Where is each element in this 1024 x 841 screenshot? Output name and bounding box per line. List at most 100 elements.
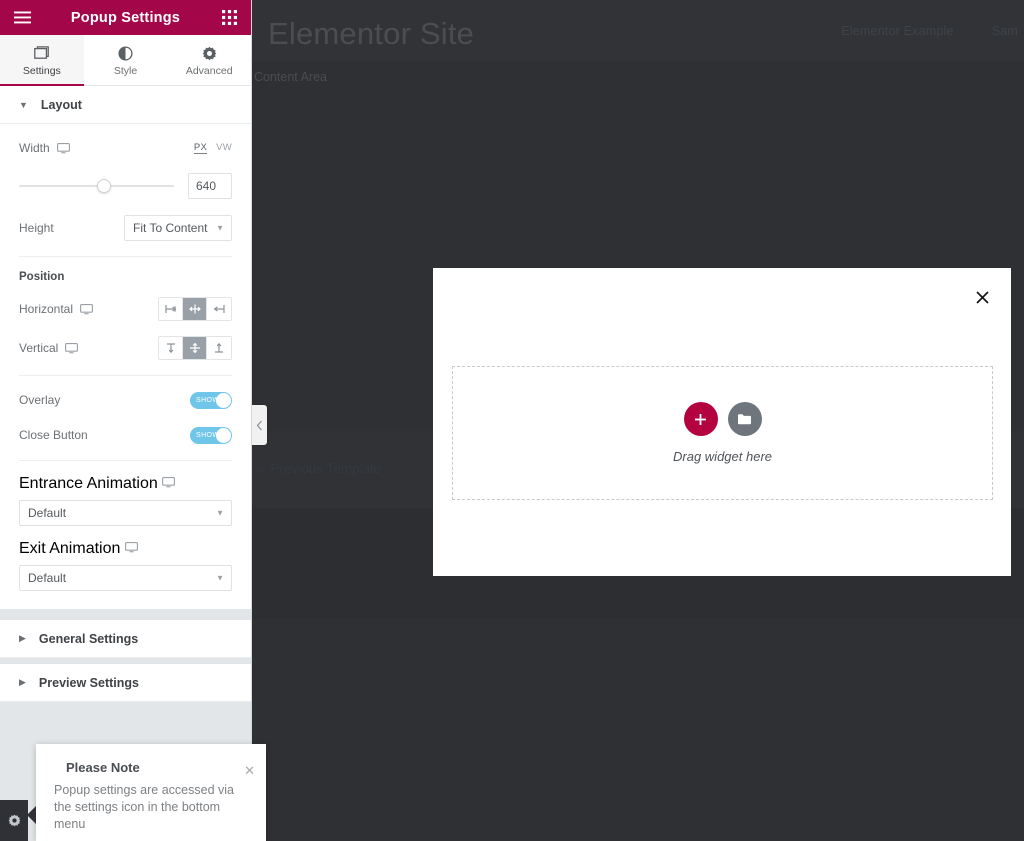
overlay-row: Overlay SHOW xyxy=(19,390,232,410)
responsive-monitor-icon[interactable] xyxy=(162,477,175,488)
position-subtitle: Position xyxy=(19,271,232,283)
align-left-button[interactable] xyxy=(159,298,183,320)
content-area-label: Content Area xyxy=(254,70,327,84)
section-header-general-settings[interactable]: ▶ General Settings xyxy=(0,620,251,658)
divider xyxy=(19,460,232,461)
tab-advanced[interactable]: Advanced xyxy=(167,35,251,85)
section-title-preview-settings: Preview Settings xyxy=(39,676,139,690)
align-bottom-icon xyxy=(212,342,226,354)
vertical-label: Vertical xyxy=(19,341,58,355)
section-title-layout: Layout xyxy=(41,98,82,112)
align-center-button[interactable] xyxy=(183,298,207,320)
exit-animation-label-group: Exit Animation xyxy=(19,540,232,558)
entrance-animation-select[interactable]: Default ▼ xyxy=(19,500,232,526)
contrast-icon xyxy=(118,46,133,61)
dropzone-label: Drag widget here xyxy=(673,449,772,464)
overlay-toggle[interactable]: SHOW xyxy=(190,392,232,409)
horizontal-align-group xyxy=(158,297,232,321)
note-title: Please Note xyxy=(66,760,140,775)
section-header-layout[interactable]: ▼ Layout xyxy=(0,86,251,124)
hamburger-icon[interactable] xyxy=(4,0,40,35)
nav-link-elementor-example[interactable]: Elementor Example xyxy=(841,24,953,38)
align-top-icon xyxy=(164,342,178,354)
tab-settings-label: Settings xyxy=(23,65,61,77)
horizontal-position-row: Horizontal xyxy=(19,297,232,321)
chevron-left-icon xyxy=(256,420,263,431)
overlay-label: Overlay xyxy=(19,393,60,407)
section-body-layout: Width PX VW xyxy=(0,124,251,609)
close-button-label: Close Button xyxy=(19,428,88,442)
entrance-animation-field: Entrance Animation Default ▼ xyxy=(19,475,232,526)
align-right-button[interactable] xyxy=(207,298,231,320)
vertical-label-group: Vertical xyxy=(19,341,78,355)
width-input[interactable] xyxy=(188,173,232,199)
section-title-general-settings: General Settings xyxy=(39,632,138,646)
divider xyxy=(19,256,232,257)
entrance-animation-label-group: Entrance Animation xyxy=(19,475,232,493)
vertical-position-row: Vertical xyxy=(19,336,232,360)
previous-template-link[interactable]: ← Previous Template xyxy=(253,461,381,476)
exit-animation-value: Default xyxy=(28,571,66,585)
responsive-monitor-icon[interactable] xyxy=(80,304,93,315)
responsive-monitor-icon[interactable] xyxy=(65,343,78,354)
add-widget-button[interactable] xyxy=(684,402,718,436)
grid-icon[interactable] xyxy=(211,0,247,35)
panel-body: ▼ Layout Width PX xyxy=(0,86,251,832)
dropzone-buttons xyxy=(684,402,762,436)
height-label: Height xyxy=(19,221,54,235)
caret-right-icon: ▶ xyxy=(19,677,26,688)
settings-panel: Popup Settings Settings xyxy=(0,0,252,841)
section-gap xyxy=(0,609,251,620)
width-slider[interactable] xyxy=(19,179,174,193)
popup-dialog: Drag widget here xyxy=(433,268,1011,576)
panel-header: Popup Settings xyxy=(0,0,251,35)
app-root: Elementor Site Elementor Example Sam Con… xyxy=(0,0,1024,841)
tab-settings[interactable]: Settings xyxy=(0,35,84,85)
plus-icon xyxy=(694,413,707,426)
arrow-left-icon: ← xyxy=(253,461,267,476)
height-row: Height Fit To Content ▼ xyxy=(19,215,232,241)
width-units: PX VW xyxy=(194,142,232,154)
nav-link-sample[interactable]: Sam xyxy=(992,24,1018,38)
caret-right-icon: ▶ xyxy=(19,633,26,644)
previous-template-label: Previous Template xyxy=(271,461,382,476)
align-middle-icon xyxy=(188,342,202,354)
panel-bottom-bar[interactable] xyxy=(0,800,28,841)
exit-animation-select[interactable]: Default ▼ xyxy=(19,565,232,591)
align-top-button[interactable] xyxy=(159,337,183,359)
close-button-row: Close Button SHOW xyxy=(19,425,232,445)
close-icon[interactable]: ✕ xyxy=(244,764,255,777)
responsive-monitor-icon[interactable] xyxy=(57,143,70,154)
tab-style[interactable]: Style xyxy=(84,35,168,85)
entrance-animation-label: Entrance Animation xyxy=(19,475,158,492)
site-title: Elementor Site xyxy=(268,16,474,52)
vertical-align-group xyxy=(158,336,232,360)
close-button-toggle[interactable]: SHOW xyxy=(190,427,232,444)
width-label-group: Width xyxy=(19,141,70,155)
height-select[interactable]: Fit To Content ▼ xyxy=(124,215,232,241)
unit-vw[interactable]: VW xyxy=(216,142,232,153)
width-label: Width xyxy=(19,141,50,155)
responsive-monitor-icon[interactable] xyxy=(125,542,138,553)
template-library-button[interactable] xyxy=(728,402,762,436)
unit-px[interactable]: PX xyxy=(194,142,207,154)
folder-icon xyxy=(737,413,752,426)
chevron-down-icon: ▼ xyxy=(216,224,224,233)
tab-advanced-label: Advanced xyxy=(186,65,233,77)
slider-knob[interactable] xyxy=(97,179,111,193)
align-bottom-button[interactable] xyxy=(207,337,231,359)
panel-collapse-handle[interactable] xyxy=(252,405,267,445)
align-left-icon xyxy=(164,303,178,315)
align-middle-button[interactable] xyxy=(183,337,207,359)
widget-dropzone[interactable]: Drag widget here xyxy=(452,366,993,500)
exit-animation-field: Exit Animation Default ▼ xyxy=(19,540,232,591)
horizontal-label-group: Horizontal xyxy=(19,302,93,316)
panel-tabs: Settings Style Advanced xyxy=(0,35,251,86)
height-select-value: Fit To Content xyxy=(133,221,207,235)
please-note-tooltip: Please Note ✕ Popup settings are accesse… xyxy=(36,744,266,841)
site-nav: Elementor Example Sam xyxy=(841,24,1024,38)
caret-down-icon: ▼ xyxy=(19,100,28,110)
entrance-animation-value: Default xyxy=(28,506,66,520)
close-icon[interactable] xyxy=(969,284,995,310)
section-header-preview-settings[interactable]: ▶ Preview Settings xyxy=(0,664,251,702)
